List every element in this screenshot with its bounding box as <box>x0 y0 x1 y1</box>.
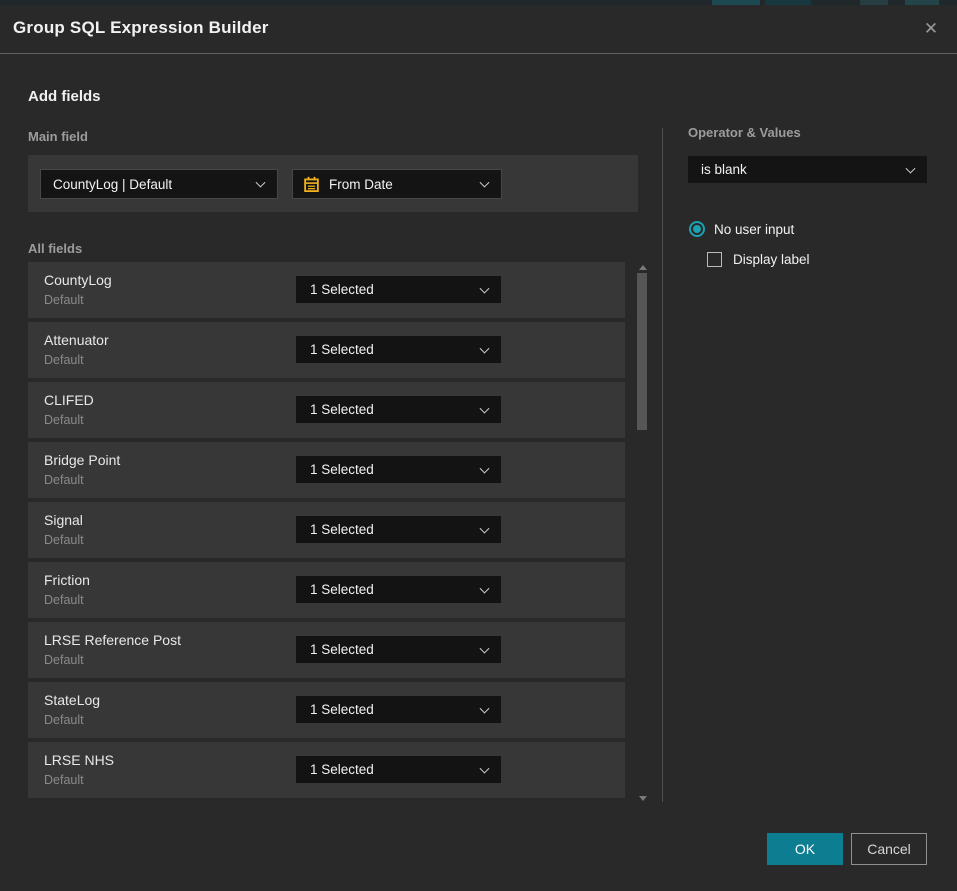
main-field-field-dropdown[interactable]: From Date <box>292 169 502 199</box>
field-selection-value: 1 Selected <box>310 642 374 657</box>
field-name: CLIFED <box>44 392 94 408</box>
close-icon[interactable]: ✕ <box>919 17 943 41</box>
display-label-label: Display label <box>733 252 810 267</box>
field-selection-dropdown[interactable]: 1 Selected <box>296 276 501 303</box>
no-user-input-radio[interactable]: No user input <box>689 219 794 239</box>
radio-dot <box>693 225 701 233</box>
field-selection-dropdown[interactable]: 1 Selected <box>296 336 501 363</box>
chevron-down-icon <box>480 523 490 533</box>
field-selection-value: 1 Selected <box>310 282 374 297</box>
field-row: LRSE NHS Default 1 Selected <box>28 742 625 798</box>
main-field-source-value: CountyLog | Default <box>53 177 172 192</box>
field-selection-value: 1 Selected <box>310 582 374 597</box>
field-name: LRSE NHS <box>44 752 114 768</box>
screen: Group SQL Expression Builder ✕ Add field… <box>0 0 957 891</box>
radio-button-icon <box>689 221 705 237</box>
scrollbar-thumb[interactable] <box>637 273 647 430</box>
chevron-down-icon <box>480 643 490 653</box>
field-row: StateLog Default 1 Selected <box>28 682 625 738</box>
calendar-icon <box>303 176 320 193</box>
scrollbar-up-arrow[interactable] <box>639 265 647 270</box>
field-selection-dropdown[interactable]: 1 Selected <box>296 516 501 543</box>
field-subtitle: Default <box>44 473 84 487</box>
field-row: LRSE Reference Post Default 1 Selected <box>28 622 625 678</box>
all-fields-label: All fields <box>28 241 82 256</box>
field-row: Friction Default 1 Selected <box>28 562 625 618</box>
field-selection-dropdown[interactable]: 1 Selected <box>296 636 501 663</box>
field-subtitle: Default <box>44 533 84 547</box>
field-subtitle: Default <box>44 593 84 607</box>
field-selection-dropdown[interactable]: 1 Selected <box>296 696 501 723</box>
field-selection-dropdown[interactable]: 1 Selected <box>296 396 501 423</box>
field-row: CountyLog Default 1 Selected <box>28 262 625 318</box>
field-selection-value: 1 Selected <box>310 342 374 357</box>
chevron-down-icon <box>480 763 490 773</box>
checkbox-icon <box>707 252 722 267</box>
field-name: LRSE Reference Post <box>44 632 181 648</box>
chevron-down-icon <box>906 163 916 173</box>
chevron-down-icon <box>480 463 490 473</box>
field-name: Bridge Point <box>44 452 120 468</box>
field-name: Signal <box>44 512 83 528</box>
field-row: Signal Default 1 Selected <box>28 502 625 558</box>
field-row: Attenuator Default 1 Selected <box>28 322 625 378</box>
operator-value: is blank <box>701 162 747 177</box>
dialog-titlebar: Group SQL Expression Builder ✕ <box>0 5 957 54</box>
add-fields-heading: Add fields <box>28 88 101 105</box>
field-selection-dropdown[interactable]: 1 Selected <box>296 756 501 783</box>
field-selection-value: 1 Selected <box>310 462 374 477</box>
main-field-panel: CountyLog | Default From Date <box>28 155 638 212</box>
field-name: StateLog <box>44 692 100 708</box>
main-field-field-value: From Date <box>329 177 393 192</box>
field-name: Attenuator <box>44 332 109 348</box>
chevron-down-icon <box>480 703 490 713</box>
field-subtitle: Default <box>44 413 84 427</box>
chevron-down-icon <box>480 283 490 293</box>
field-subtitle: Default <box>44 773 84 787</box>
field-selection-dropdown[interactable]: 1 Selected <box>296 456 501 483</box>
chevron-down-icon <box>480 583 490 593</box>
cancel-button[interactable]: Cancel <box>851 833 927 865</box>
field-selection-value: 1 Selected <box>310 522 374 537</box>
dialog-title: Group SQL Expression Builder <box>13 18 269 38</box>
field-subtitle: Default <box>44 713 84 727</box>
operator-values-heading: Operator & Values <box>688 125 801 140</box>
main-field-label: Main field <box>28 129 88 144</box>
field-row: CLIFED Default 1 Selected <box>28 382 625 438</box>
group-sql-expression-builder-dialog: Group SQL Expression Builder ✕ Add field… <box>0 5 957 891</box>
all-fields-list: CountyLog Default 1 Selected Attenuator … <box>28 262 625 802</box>
display-label-checkbox[interactable]: Display label <box>707 250 810 268</box>
no-user-input-label: No user input <box>714 222 794 237</box>
operator-dropdown[interactable]: is blank <box>688 156 927 183</box>
chevron-down-icon <box>256 178 266 188</box>
field-subtitle: Default <box>44 293 84 307</box>
scrollbar-down-arrow[interactable] <box>639 796 647 801</box>
main-field-source-dropdown[interactable]: CountyLog | Default <box>40 169 278 199</box>
field-selection-value: 1 Selected <box>310 762 374 777</box>
field-selection-value: 1 Selected <box>310 702 374 717</box>
chevron-down-icon <box>480 178 490 188</box>
field-subtitle: Default <box>44 653 84 667</box>
chevron-down-icon <box>480 403 490 413</box>
chevron-down-icon <box>480 343 490 353</box>
panel-divider <box>662 128 663 802</box>
field-selection-dropdown[interactable]: 1 Selected <box>296 576 501 603</box>
field-name: CountyLog <box>44 272 112 288</box>
field-row: Bridge Point Default 1 Selected <box>28 442 625 498</box>
field-name: Friction <box>44 572 90 588</box>
field-subtitle: Default <box>44 353 84 367</box>
field-selection-value: 1 Selected <box>310 402 374 417</box>
ok-button[interactable]: OK <box>767 833 843 865</box>
